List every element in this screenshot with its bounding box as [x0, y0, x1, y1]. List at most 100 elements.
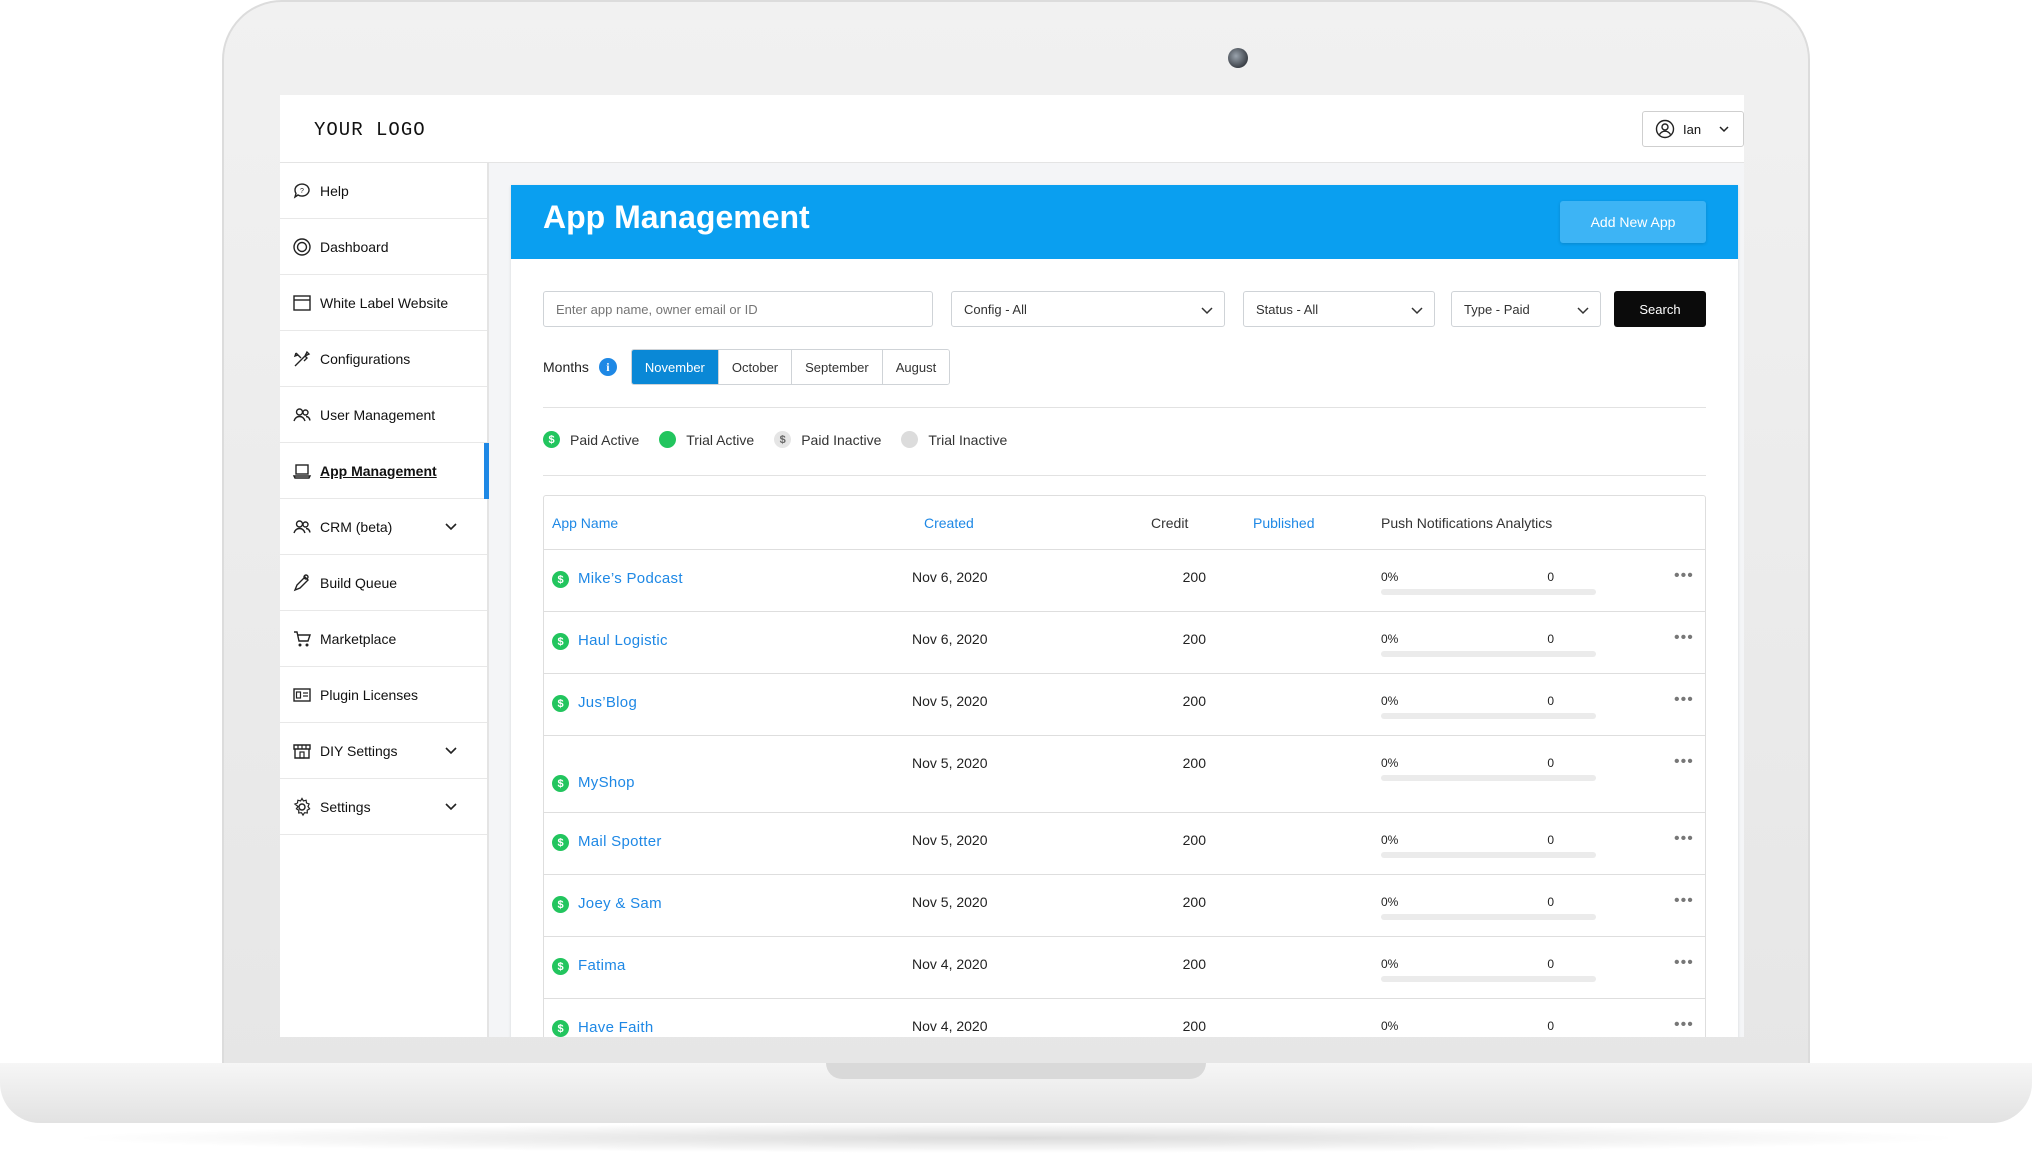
more-actions-icon[interactable]: •••	[1674, 629, 1694, 647]
app-name-link[interactable]: Fatima	[578, 957, 626, 974]
chevron-down-icon	[445, 803, 457, 811]
table-row[interactable]: $ Joey & Sam Nov 5, 2020 200 0% 0 •••	[544, 875, 1705, 937]
month-tab-august[interactable]: August	[882, 350, 950, 384]
table-row[interactable]: $ MyShop Nov 5, 2020 200 0% 0 •••	[544, 736, 1705, 813]
chevron-down-icon	[1411, 307, 1423, 315]
type-select-value: Type - Paid	[1464, 301, 1530, 317]
months-segmented-control: November October September August	[630, 349, 951, 385]
push-percent: 0%	[1381, 570, 1399, 584]
month-tab-november[interactable]: November	[631, 350, 719, 384]
legend-label: Trial Active	[686, 431, 755, 448]
push-percent: 0%	[1381, 756, 1399, 770]
sidebar-item-label: Help	[320, 182, 349, 199]
sidebar-item-crm[interactable]: CRM (beta)	[280, 499, 487, 555]
sidebar-item-marketplace[interactable]: Marketplace	[280, 611, 487, 667]
sidebar-item-settings[interactable]: Settings	[280, 779, 487, 835]
sidebar-item-label: App Management	[320, 462, 437, 479]
month-tab-september[interactable]: September	[792, 350, 883, 384]
more-actions-icon[interactable]: •••	[1674, 753, 1694, 771]
table-header: App Name Created Credit Published Push N…	[544, 496, 1705, 550]
user-menu-button[interactable]: Ian	[1642, 111, 1744, 147]
month-tab-october[interactable]: October	[718, 350, 793, 384]
created-date: Nov 6, 2020	[912, 631, 988, 647]
more-actions-icon[interactable]: •••	[1674, 830, 1694, 848]
sidebar-item-label: Build Queue	[320, 574, 398, 591]
more-actions-icon[interactable]: •••	[1674, 691, 1694, 709]
table-row[interactable]: $ Jus’Blog Nov 5, 2020 200 0% 0 •••	[544, 674, 1705, 736]
app-name-link[interactable]: Jus’Blog	[578, 694, 637, 711]
sidebar-item-help[interactable]: ? Help	[280, 163, 487, 219]
table-row[interactable]: $ Mike’s Podcast Nov 6, 2020 200 0% 0 •••	[544, 550, 1705, 612]
months-label: Months	[543, 359, 589, 375]
sidebar-item-label: Dashboard	[320, 238, 389, 255]
app-name-link[interactable]: Have Faith	[578, 1019, 654, 1036]
table-row[interactable]: $ Fatima Nov 4, 2020 200 0% 0 •••	[544, 937, 1705, 999]
sidebar-item-build-queue[interactable]: Build Queue	[280, 555, 487, 611]
chat-bubble-icon: ?	[293, 182, 310, 199]
sidebar-item-label: Plugin Licenses	[320, 686, 419, 703]
type-select[interactable]: Type - Paid	[1451, 291, 1601, 327]
credit-value: 200	[1182, 894, 1206, 910]
app-name-link[interactable]: Mike’s Podcast	[578, 570, 683, 587]
column-header-push-analytics: Push Notifications Analytics	[1381, 515, 1553, 531]
sidebar-item-plugin-licenses[interactable]: Plugin Licenses	[280, 667, 487, 723]
dashboard-icon	[293, 237, 311, 256]
credit-value: 200	[1182, 631, 1206, 647]
more-actions-icon[interactable]: •••	[1674, 567, 1694, 585]
sidebar-item-user-management[interactable]: User Management	[280, 387, 487, 443]
push-count: 0	[1547, 1019, 1554, 1033]
more-actions-icon[interactable]: •••	[1674, 892, 1694, 910]
top-bar: YOUR LOGO Ian	[280, 95, 1744, 163]
status-select[interactable]: Status - All	[1243, 291, 1435, 327]
app-name-link[interactable]: Mail Spotter	[578, 833, 662, 850]
add-new-app-button[interactable]: Add New App	[1560, 201, 1706, 243]
table-row[interactable]: $ Have Faith Nov 4, 2020 200 0% 0 •••	[544, 999, 1705, 1037]
search-input[interactable]	[543, 291, 933, 327]
sidebar-item-label: Configurations	[320, 350, 411, 367]
search-button[interactable]: Search	[1614, 291, 1706, 327]
table-row[interactable]: $ Mail Spotter Nov 5, 2020 200 0% 0 •••	[544, 813, 1705, 875]
users-icon	[293, 519, 311, 533]
push-percent: 0%	[1381, 632, 1399, 646]
more-actions-icon[interactable]: •••	[1674, 1016, 1694, 1034]
chevron-down-icon	[1201, 307, 1213, 315]
sidebar-item-diy-settings[interactable]: DIY Settings	[280, 723, 487, 779]
dollar-circle-icon: $	[543, 431, 560, 448]
more-actions-icon[interactable]: •••	[1674, 954, 1694, 972]
legend-label: Paid Inactive	[801, 431, 882, 448]
pen-tool-icon	[293, 573, 309, 591]
laptop-notch	[826, 1063, 1206, 1079]
camera-icon	[1228, 48, 1248, 68]
column-header-created[interactable]: Created	[924, 515, 974, 531]
app-name-link[interactable]: Haul Logistic	[578, 632, 668, 649]
credit-value: 200	[1182, 569, 1206, 585]
divider	[543, 475, 1706, 476]
app-name-link[interactable]: Joey & Sam	[578, 895, 662, 912]
push-count: 0	[1547, 895, 1554, 909]
credit-value: 200	[1182, 832, 1206, 848]
push-percent: 0%	[1381, 694, 1399, 708]
push-count: 0	[1547, 833, 1554, 847]
config-select[interactable]: Config - All	[951, 291, 1225, 327]
sidebar-item-white-label-website[interactable]: White Label Website	[280, 275, 487, 331]
column-header-published[interactable]: Published	[1253, 515, 1315, 531]
dollar-circle-icon: $	[552, 958, 569, 975]
sidebar-item-configurations[interactable]: Configurations	[280, 331, 487, 387]
panel-header: App Management Add New App	[511, 185, 1738, 259]
sidebar-item-app-management[interactable]: App Management	[280, 443, 489, 499]
push-progress-bar	[1381, 914, 1596, 920]
table-row[interactable]: $ Haul Logistic Nov 6, 2020 200 0% 0 •••	[544, 612, 1705, 674]
push-progress-bar	[1381, 976, 1596, 982]
push-count: 0	[1547, 632, 1554, 646]
logo[interactable]: YOUR LOGO	[314, 119, 426, 141]
sidebar-item-dashboard[interactable]: Dashboard	[280, 219, 487, 275]
user-avatar-icon	[1655, 119, 1675, 139]
laptop-icon	[292, 463, 312, 479]
created-date: Nov 5, 2020	[912, 894, 988, 910]
app-name-link[interactable]: MyShop	[578, 774, 635, 791]
chevron-down-icon	[1719, 126, 1729, 133]
column-header-app-name[interactable]: App Name	[552, 515, 618, 531]
push-progress-bar	[1381, 713, 1596, 719]
info-icon[interactable]: i	[598, 358, 617, 376]
credit-value: 200	[1182, 1018, 1206, 1034]
